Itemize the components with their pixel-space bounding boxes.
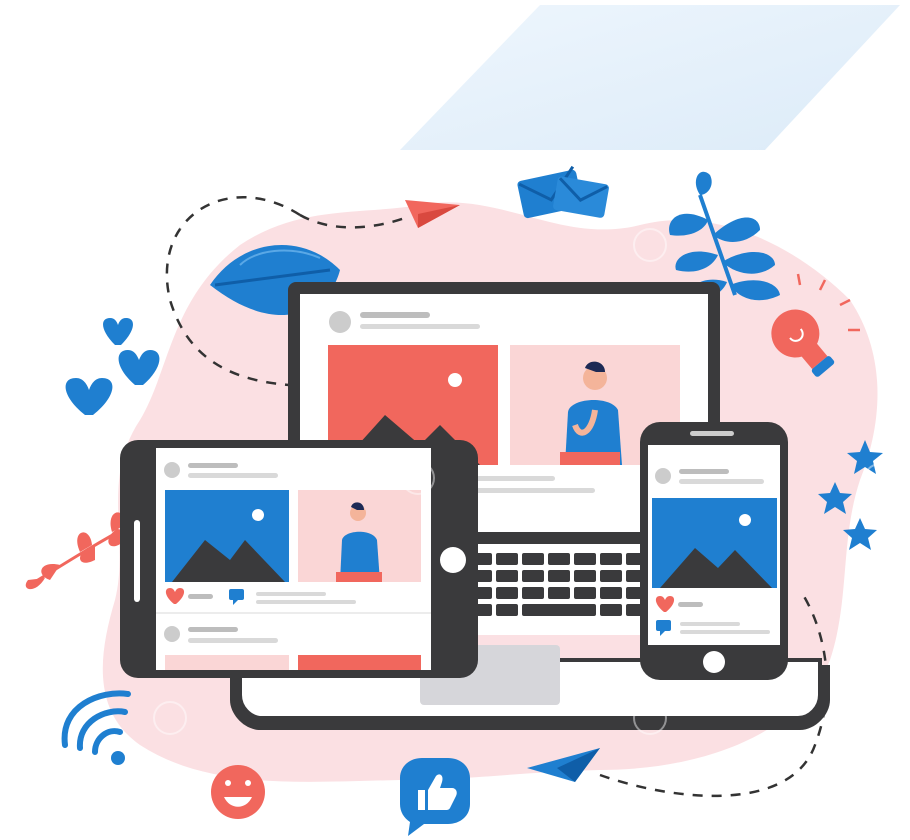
smiley-icon <box>211 765 265 819</box>
thumbs-up-icon <box>400 758 470 836</box>
envelope-icon <box>517 165 609 219</box>
illustration-canvas <box>25 5 900 836</box>
smartphone <box>640 422 788 680</box>
illustration-stage <box>0 0 910 840</box>
tablet <box>120 440 478 678</box>
background-panel <box>400 5 900 150</box>
heart-icon <box>65 318 160 415</box>
